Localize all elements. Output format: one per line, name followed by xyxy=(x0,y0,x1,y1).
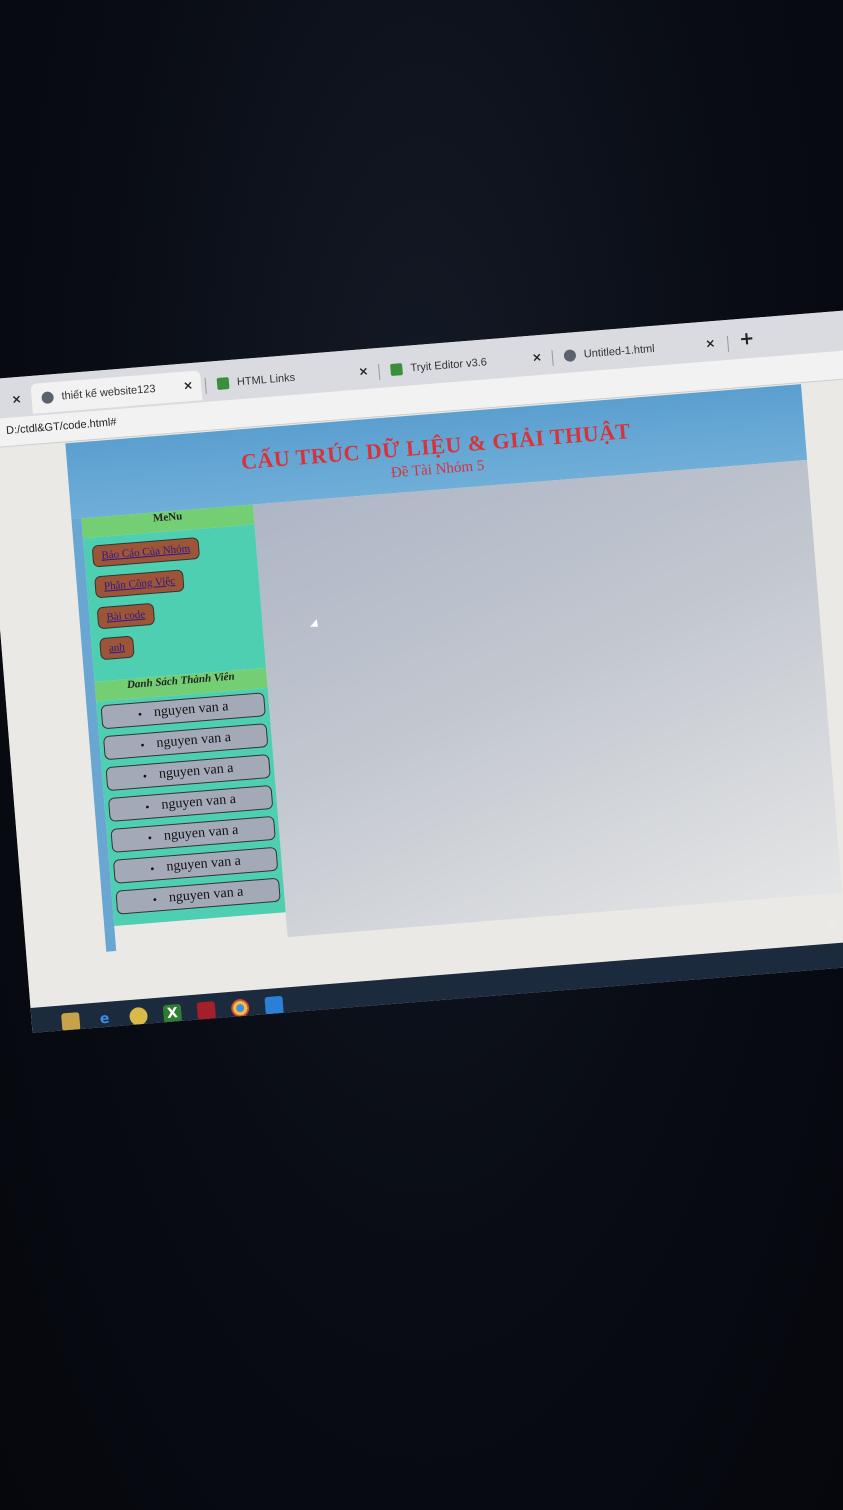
close-icon[interactable]: × xyxy=(11,392,22,407)
menu-link-bao-cao[interactable]: Báo Cáo Của Nhóm xyxy=(91,537,200,568)
menu-link-anh[interactable]: anh xyxy=(99,635,135,661)
monitor-screen: × thiết kế website123 × HTML Links × Try… xyxy=(0,307,843,1033)
tab-label: Untitled-1.html xyxy=(583,342,656,361)
main-content-area xyxy=(252,459,842,938)
w3schools-icon xyxy=(390,363,403,377)
tab-separator xyxy=(726,335,730,352)
file-explorer-icon[interactable] xyxy=(61,1012,81,1032)
member-item[interactable]: • nguyen van a xyxy=(105,754,271,792)
member-item[interactable]: • nguyen van a xyxy=(112,846,279,884)
member-name: nguyen van a xyxy=(160,791,237,813)
globe-icon xyxy=(563,349,577,363)
globe-icon xyxy=(41,391,55,405)
member-item[interactable]: • nguyen van a xyxy=(115,877,281,915)
bullet-icon: • xyxy=(144,799,151,814)
edge-icon[interactable]: e xyxy=(95,1009,114,1028)
w3schools-icon xyxy=(216,377,230,390)
bullet-icon: • xyxy=(137,706,143,721)
member-name: nguyen van a xyxy=(163,822,239,844)
close-icon[interactable]: × xyxy=(531,350,542,365)
tab-label: Tryit Editor v3.6 xyxy=(409,356,488,375)
vscode-icon[interactable] xyxy=(264,995,284,1016)
member-item[interactable]: • nguyen van a xyxy=(110,815,276,853)
tab-label: HTML Links xyxy=(236,371,296,389)
chrome-icon[interactable] xyxy=(230,998,250,1018)
photo-background: × thiết kế website123 × HTML Links × Try… xyxy=(0,0,843,1510)
close-icon[interactable]: × xyxy=(182,378,193,393)
url-text[interactable]: D:/ctdl&GT/code.html# xyxy=(6,416,117,437)
chrome-canary-icon[interactable] xyxy=(128,1006,149,1027)
members-list: • nguyen van a • nguyen van a • nguyen van … xyxy=(96,687,286,926)
close-icon[interactable]: × xyxy=(705,336,716,351)
member-name: nguyen van a xyxy=(165,853,242,875)
member-name: nguyen van a xyxy=(153,699,230,721)
tab-partial[interactable]: × xyxy=(0,384,31,418)
tab-label: thiết kế website123 xyxy=(61,382,156,403)
new-tab-button[interactable]: + xyxy=(738,328,755,350)
bullet-icon: • xyxy=(142,768,148,783)
bullet-icon: • xyxy=(152,892,158,907)
close-icon[interactable]: × xyxy=(358,364,369,379)
menu-link-phan-cong[interactable]: Phân Công Việc xyxy=(94,569,185,599)
menu-panel: Báo Cáo Của Nhóm Phân Công Việc Bài code… xyxy=(83,524,267,682)
excel-icon[interactable]: X xyxy=(162,1003,183,1024)
member-item[interactable]: • nguyen van a xyxy=(102,723,269,761)
bullet-icon: • xyxy=(139,737,146,752)
people-icon[interactable]: ℛ xyxy=(826,920,838,936)
bullet-icon: • xyxy=(149,861,156,876)
bullet-icon: • xyxy=(147,830,153,845)
member-item[interactable]: • nguyen van a xyxy=(107,784,274,823)
app-icon[interactable] xyxy=(196,1001,217,1021)
menu-link-bai-code[interactable]: Bài code xyxy=(96,602,155,630)
member-name: nguyen van a xyxy=(158,760,234,782)
sidebar: MeNu Báo Cáo Của Nhóm Phân Công Việc Bài… xyxy=(81,504,286,926)
member-name: nguyen van a xyxy=(155,730,232,751)
member-name: nguyen van a xyxy=(168,884,244,906)
